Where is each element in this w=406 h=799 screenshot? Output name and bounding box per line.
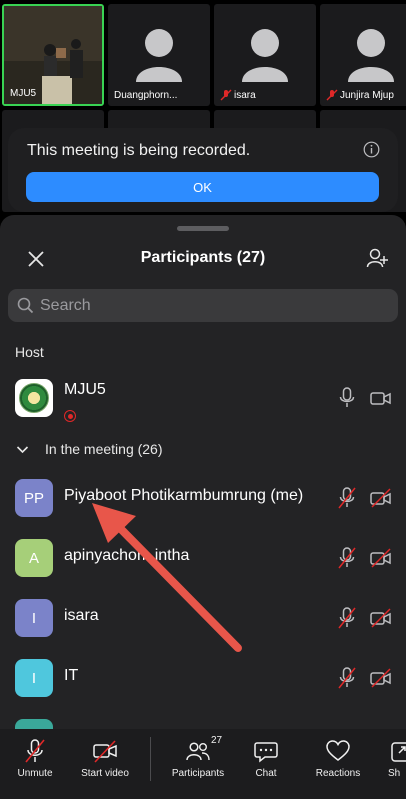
mic-icon[interactable]: [337, 386, 357, 410]
mic-muted-icon[interactable]: [337, 546, 357, 570]
person-silhouette-icon: [348, 29, 394, 82]
participant-name: MJU5: [64, 381, 106, 398]
person-silhouette-icon: [136, 29, 182, 82]
participant-name: Piyaboot Photikarmbumrung (me): [64, 487, 304, 504]
search-bar[interactable]: [8, 289, 398, 322]
participant-avatar: I: [15, 659, 53, 697]
heart-icon: [326, 740, 350, 761]
participant-row[interactable]: I isara: [0, 591, 406, 651]
meeting-toolbar: Unmute Start video Participants 27 Chat: [0, 729, 406, 799]
participant-avatar: PP: [15, 479, 53, 517]
tile-name: MJU5: [10, 88, 37, 99]
info-icon[interactable]: [363, 141, 380, 158]
participant-avatar: A: [15, 539, 53, 577]
camera-off-icon[interactable]: [370, 488, 392, 508]
mic-muted-icon[interactable]: [337, 606, 357, 630]
host-section-label: Host: [15, 344, 44, 360]
mic-muted-icon: [220, 89, 232, 101]
share-button[interactable]: Sh: [388, 738, 406, 779]
chat-button[interactable]: Chat: [246, 738, 286, 779]
share-icon: [391, 742, 406, 762]
university-seal-icon: [19, 383, 49, 413]
participant-row-host[interactable]: MJU5: [0, 371, 406, 431]
recording-icon: [64, 410, 76, 422]
participants-icon: [186, 742, 210, 761]
search-input[interactable]: [40, 296, 360, 315]
camera-off-icon[interactable]: [370, 548, 392, 568]
mic-muted-icon[interactable]: [337, 666, 357, 690]
tile-name: Junjira Mjup: [326, 89, 394, 101]
participants-count-badge: 27: [211, 735, 223, 746]
ok-button[interactable]: OK: [26, 172, 379, 202]
reactions-button[interactable]: Reactions: [310, 738, 366, 779]
start-video-button[interactable]: Start video: [74, 738, 136, 779]
camera-off-icon: [93, 740, 117, 763]
participant-row[interactable]: A apinyachom intha: [0, 531, 406, 591]
mic-muted-icon[interactable]: [337, 486, 357, 510]
unmute-button[interactable]: Unmute: [10, 738, 60, 779]
mic-muted-icon: [326, 89, 338, 101]
host-avatar: [15, 379, 53, 417]
participant-name: isara: [64, 607, 99, 624]
search-icon: [17, 297, 34, 314]
video-tile-duangphorn[interactable]: Duangphorn...: [108, 4, 210, 106]
participant-row[interactable]: I IT: [0, 651, 406, 711]
recording-notice: This meeting is being recorded. OK: [8, 128, 398, 212]
video-tile-mju5[interactable]: MJU5: [2, 4, 104, 106]
add-user-icon[interactable]: [366, 247, 388, 269]
chat-icon: [254, 742, 278, 763]
mic-muted-icon: [25, 739, 45, 763]
person-silhouette-icon: [242, 29, 288, 82]
camera-off-icon[interactable]: [370, 608, 392, 628]
participant-name: IT: [64, 667, 79, 684]
participants-sheet: Participants (27) Host MJU5: [0, 215, 406, 729]
toolbar-divider: [150, 737, 151, 781]
camera-icon[interactable]: [370, 388, 392, 408]
participant-avatar: I: [15, 599, 53, 637]
chevron-down-icon: [16, 445, 29, 453]
participant-row[interactable]: PP Piyaboot Photikarmbumrung (me): [0, 471, 406, 531]
camera-off-icon[interactable]: [370, 668, 392, 688]
in-meeting-section-label[interactable]: In the meeting (26): [16, 441, 163, 457]
sheet-grabber[interactable]: [177, 226, 229, 231]
participant-name: apinyachom intha: [64, 547, 190, 564]
video-tile-junjira[interactable]: Junjira Mjup: [320, 4, 406, 106]
video-tile-isara[interactable]: isara: [214, 4, 316, 106]
tile-name: Duangphorn...: [114, 90, 178, 101]
recording-message: This meeting is being recorded.: [27, 142, 251, 159]
tile-name: isara: [220, 89, 256, 101]
participant-avatar: [15, 719, 53, 729]
sheet-title: Participants (27): [140, 249, 266, 266]
